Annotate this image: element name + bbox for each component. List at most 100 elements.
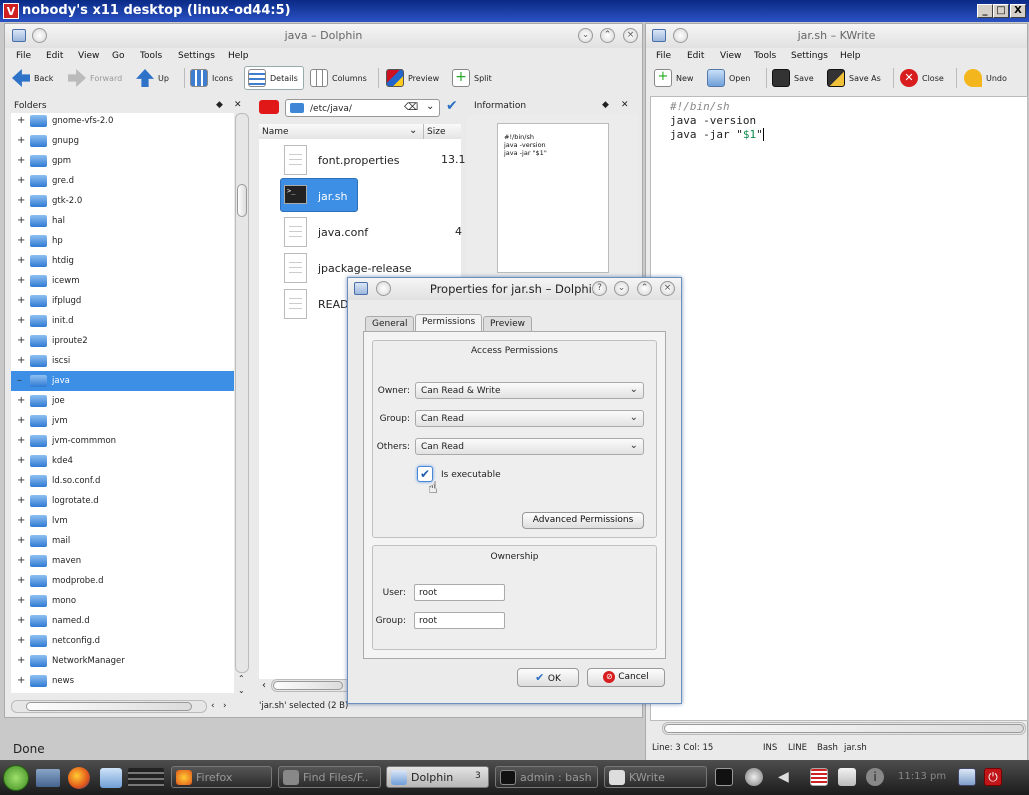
folder-tree-item[interactable]: + joe bbox=[11, 391, 234, 411]
folders-vertical-scrollbar[interactable] bbox=[235, 113, 249, 673]
expand-toggle-icon[interactable]: + bbox=[17, 115, 25, 126]
back-button[interactable]: Back bbox=[12, 66, 53, 90]
pager-icon[interactable] bbox=[128, 768, 164, 788]
expand-toggle-icon[interactable]: + bbox=[17, 195, 25, 206]
folder-tree-item[interactable]: + news bbox=[11, 671, 234, 691]
dolphin-menu-help[interactable]: Help bbox=[228, 51, 249, 61]
location-bar[interactable]: /etc/java/ ⌫ ⌄ bbox=[285, 99, 440, 117]
folder-tree-item[interactable]: + jvm-commmon bbox=[11, 431, 234, 451]
open-button[interactable]: Open bbox=[707, 66, 750, 90]
save-as-button[interactable]: Save As bbox=[827, 66, 881, 90]
dialog-close-button[interactable]: × bbox=[660, 281, 675, 296]
package-updater-icon[interactable] bbox=[745, 768, 763, 786]
expand-toggle-icon[interactable]: + bbox=[17, 535, 25, 546]
folders-scroll-down-icon[interactable]: ⌄ bbox=[238, 686, 245, 695]
expand-toggle-icon[interactable]: + bbox=[17, 455, 25, 466]
expand-toggle-icon[interactable]: + bbox=[17, 515, 25, 526]
expand-toggle-icon[interactable]: + bbox=[17, 475, 25, 486]
folder-tree-item[interactable]: + ld.so.conf.d bbox=[11, 471, 234, 491]
expand-toggle-icon[interactable]: + bbox=[17, 615, 25, 626]
insert-mode[interactable]: INS bbox=[763, 743, 777, 753]
kwrite-menu-settings[interactable]: Settings bbox=[791, 51, 828, 61]
dolphin-menu-settings[interactable]: Settings bbox=[178, 51, 215, 61]
dialog-help-button[interactable]: ? bbox=[592, 281, 607, 296]
expand-toggle-icon[interactable]: + bbox=[17, 235, 25, 246]
expand-toggle-icon[interactable]: + bbox=[17, 575, 25, 586]
dolphin-maximize-button[interactable]: ⌃ bbox=[600, 28, 615, 43]
dialog-maximize-button[interactable]: ⌃ bbox=[637, 281, 652, 296]
owner-permissions-select[interactable]: Can Read & Write ⌄ bbox=[415, 382, 644, 399]
expand-toggle-icon[interactable]: + bbox=[17, 295, 25, 306]
tab-general[interactable]: General bbox=[365, 316, 415, 331]
executable-label[interactable]: Is executable bbox=[441, 470, 501, 480]
editor-hscroll-thumb[interactable] bbox=[664, 724, 1024, 733]
dolphin-menu-edit[interactable]: Edit bbox=[46, 51, 63, 61]
folder-tree-item[interactable]: + netconfig.d bbox=[11, 631, 234, 651]
details-view-button[interactable]: Details bbox=[244, 66, 304, 90]
columns-view-button[interactable]: Columns bbox=[310, 66, 367, 90]
clipboard-icon[interactable] bbox=[838, 768, 856, 786]
others-permissions-select[interactable]: Can Read ⌄ bbox=[415, 438, 644, 455]
taskbar-kwrite[interactable]: KWrite bbox=[604, 766, 707, 788]
editor-area[interactable] bbox=[650, 96, 1028, 721]
folder-tree-item[interactable]: + jvm bbox=[11, 411, 234, 431]
folder-tree-item[interactable]: + NetworkManager bbox=[11, 651, 234, 671]
folders-scroll-up-icon[interactable]: ⌃ bbox=[238, 674, 245, 683]
expand-toggle-icon[interactable]: + bbox=[17, 315, 25, 326]
kwrite-menu-tools[interactable]: Tools bbox=[754, 51, 776, 61]
dolphin-menu-view[interactable]: View bbox=[78, 51, 99, 61]
dolphin-minimize-button[interactable]: ⌄ bbox=[578, 28, 593, 43]
folder-tree-item[interactable]: + mail bbox=[11, 531, 234, 551]
info-notifications-icon[interactable]: i bbox=[866, 768, 884, 786]
expand-toggle-icon[interactable]: + bbox=[17, 495, 25, 506]
dolphin-menu-tools[interactable]: Tools bbox=[140, 51, 162, 61]
tab-permissions[interactable]: Permissions bbox=[415, 314, 483, 331]
folders-float-button[interactable]: ◆ bbox=[216, 100, 223, 110]
folder-tree-item[interactable]: + modprobe.d bbox=[11, 571, 234, 591]
expand-toggle-icon[interactable]: + bbox=[17, 595, 25, 606]
information-close-button[interactable]: ✕ bbox=[621, 100, 629, 110]
folder-tree-item[interactable]: + gnome-vfs-2.0 bbox=[11, 113, 234, 131]
selection-mode[interactable]: LINE bbox=[788, 743, 807, 753]
clock[interactable]: 11:13 pm bbox=[898, 771, 946, 782]
folders-scroll-thumb[interactable] bbox=[237, 184, 247, 217]
expand-toggle-icon[interactable]: – bbox=[17, 375, 22, 386]
tray-expand-arrow-icon[interactable]: ◀ bbox=[778, 768, 796, 786]
icons-view-button[interactable]: Icons bbox=[190, 66, 233, 90]
expand-toggle-icon[interactable]: + bbox=[17, 635, 25, 646]
undo-button[interactable]: Undo bbox=[964, 66, 1007, 90]
folder-tree-item[interactable]: + hal bbox=[11, 211, 234, 231]
folder-tree-item[interactable]: + maven bbox=[11, 551, 234, 571]
editor-horizontal-scrollbar[interactable] bbox=[662, 722, 1026, 735]
desktop-switch-icon[interactable] bbox=[36, 769, 60, 787]
folder-tree-item[interactable]: + lvm bbox=[11, 511, 234, 531]
ok-button[interactable]: ✔ OK bbox=[517, 668, 579, 687]
dolphin-menu-file[interactable]: File bbox=[16, 51, 31, 61]
expand-toggle-icon[interactable]: + bbox=[17, 275, 25, 286]
folder-tree-item[interactable]: + init.d bbox=[11, 311, 234, 331]
folder-tree-item[interactable]: + logrotate.d bbox=[11, 491, 234, 511]
folders-tree[interactable]: + gnome-vfs-2.0 + gnupg + gpm + gre.d + gtk-2.0 + h… bbox=[11, 113, 234, 693]
taskbar-dolphin[interactable]: Dolphin 3 bbox=[386, 766, 489, 788]
preview-button[interactable]: Preview bbox=[386, 66, 439, 90]
expand-toggle-icon[interactable]: + bbox=[17, 435, 25, 446]
keyboard-layout-flag-icon[interactable] bbox=[810, 768, 828, 786]
size-column-header[interactable]: Size bbox=[427, 127, 445, 137]
file-manager-launcher-icon[interactable] bbox=[100, 768, 122, 788]
dolphin-menu-go[interactable]: Go bbox=[112, 51, 124, 61]
lock-screen-icon[interactable] bbox=[958, 768, 976, 786]
folder-tree-item[interactable]: + gnupg bbox=[11, 131, 234, 151]
dialog-minimize-button[interactable]: ⌄ bbox=[614, 281, 629, 296]
syntax-mode[interactable]: Bash bbox=[817, 743, 838, 753]
ownership-group-field[interactable]: root bbox=[414, 612, 505, 629]
folders-close-button[interactable]: ✕ bbox=[234, 100, 242, 110]
close-document-button[interactable]: ✕ Close bbox=[900, 66, 944, 90]
forward-button[interactable]: Forward bbox=[68, 66, 122, 90]
name-column-header[interactable]: Name bbox=[262, 127, 289, 137]
expand-toggle-icon[interactable]: + bbox=[17, 255, 25, 266]
start-menu-icon[interactable] bbox=[3, 765, 29, 791]
folder-tree-item[interactable]: + hp bbox=[11, 231, 234, 251]
kwrite-menu-help[interactable]: Help bbox=[840, 51, 861, 61]
expand-toggle-icon[interactable]: + bbox=[17, 395, 25, 406]
location-dropdown-icon[interactable]: ⌄ bbox=[426, 101, 434, 112]
